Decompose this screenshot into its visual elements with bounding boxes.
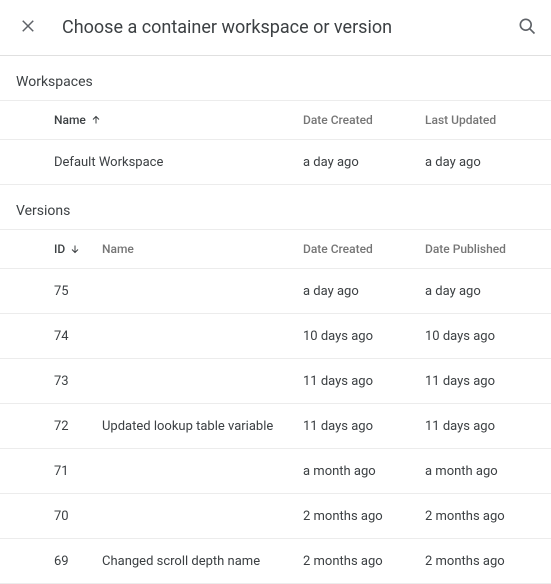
column-header-date-created[interactable]: Date Created [303, 242, 425, 256]
close-button[interactable] [16, 16, 40, 40]
search-icon [517, 16, 537, 40]
version-date-created: 10 days ago [303, 329, 425, 344]
column-header-name[interactable]: Name [102, 242, 303, 256]
workspaces-table-header: Name Date Created Last Updated [0, 100, 551, 140]
column-header-date-created[interactable]: Date Created [303, 113, 425, 127]
version-date-published: 10 days ago [425, 329, 535, 344]
version-name: Updated lookup table variable [102, 419, 303, 434]
arrow-down-icon [69, 243, 81, 255]
versions-table: ID Name Date Created Date Published 75 a … [0, 229, 551, 584]
version-row[interactable]: 75 a day agoa day ago [0, 269, 551, 314]
search-button[interactable] [515, 16, 539, 40]
column-header-id[interactable]: ID [54, 242, 102, 256]
version-name: Changed scroll depth name [102, 554, 303, 569]
version-date-published: 11 days ago [425, 419, 535, 434]
column-header-last-updated[interactable]: Last Updated [425, 113, 535, 127]
workspaces-heading: Workspaces [0, 56, 551, 100]
version-id: 69 [54, 554, 102, 569]
arrow-up-icon [90, 114, 102, 126]
version-row[interactable]: 71 a month agoa month ago [0, 449, 551, 494]
version-row[interactable]: 73 11 days ago11 days ago [0, 359, 551, 404]
version-date-created: 2 months ago [303, 509, 425, 524]
workspaces-table: Name Date Created Last Updated Default W… [0, 100, 551, 185]
version-date-created: a month ago [303, 464, 425, 479]
version-date-created: 2 months ago [303, 554, 425, 569]
version-date-created: a day ago [303, 284, 425, 299]
version-date-published: 11 days ago [425, 374, 535, 389]
version-id: 72 [54, 419, 102, 434]
version-row[interactable]: 69Changed scroll depth name2 months ago2… [0, 539, 551, 584]
version-row[interactable]: 72Updated lookup table variable11 days a… [0, 404, 551, 449]
version-date-published: a month ago [425, 464, 535, 479]
version-id: 73 [54, 374, 102, 389]
workspace-name: Default Workspace [54, 155, 303, 170]
version-date-created: 11 days ago [303, 374, 425, 389]
workspace-last-updated: a day ago [425, 155, 535, 170]
column-header-name[interactable]: Name [54, 113, 303, 127]
version-id: 75 [54, 284, 102, 299]
versions-table-header: ID Name Date Created Date Published [0, 229, 551, 269]
version-date-published: a day ago [425, 284, 535, 299]
dialog-header: Choose a container workspace or version [0, 0, 551, 56]
version-date-created: 11 days ago [303, 419, 425, 434]
column-label: ID [54, 242, 65, 256]
dialog-title: Choose a container workspace or version [62, 17, 515, 38]
close-icon [19, 17, 37, 39]
workspace-row[interactable]: Default Workspacea day agoa day ago [0, 140, 551, 185]
version-id: 70 [54, 509, 102, 524]
version-date-published: 2 months ago [425, 554, 535, 569]
version-row[interactable]: 74 10 days ago10 days ago [0, 314, 551, 359]
version-id: 71 [54, 464, 102, 479]
version-date-published: 2 months ago [425, 509, 535, 524]
versions-heading: Versions [0, 185, 551, 229]
column-header-date-published[interactable]: Date Published [425, 242, 535, 256]
column-label: Name [54, 113, 86, 127]
version-id: 74 [54, 329, 102, 344]
workspace-date-created: a day ago [303, 155, 425, 170]
